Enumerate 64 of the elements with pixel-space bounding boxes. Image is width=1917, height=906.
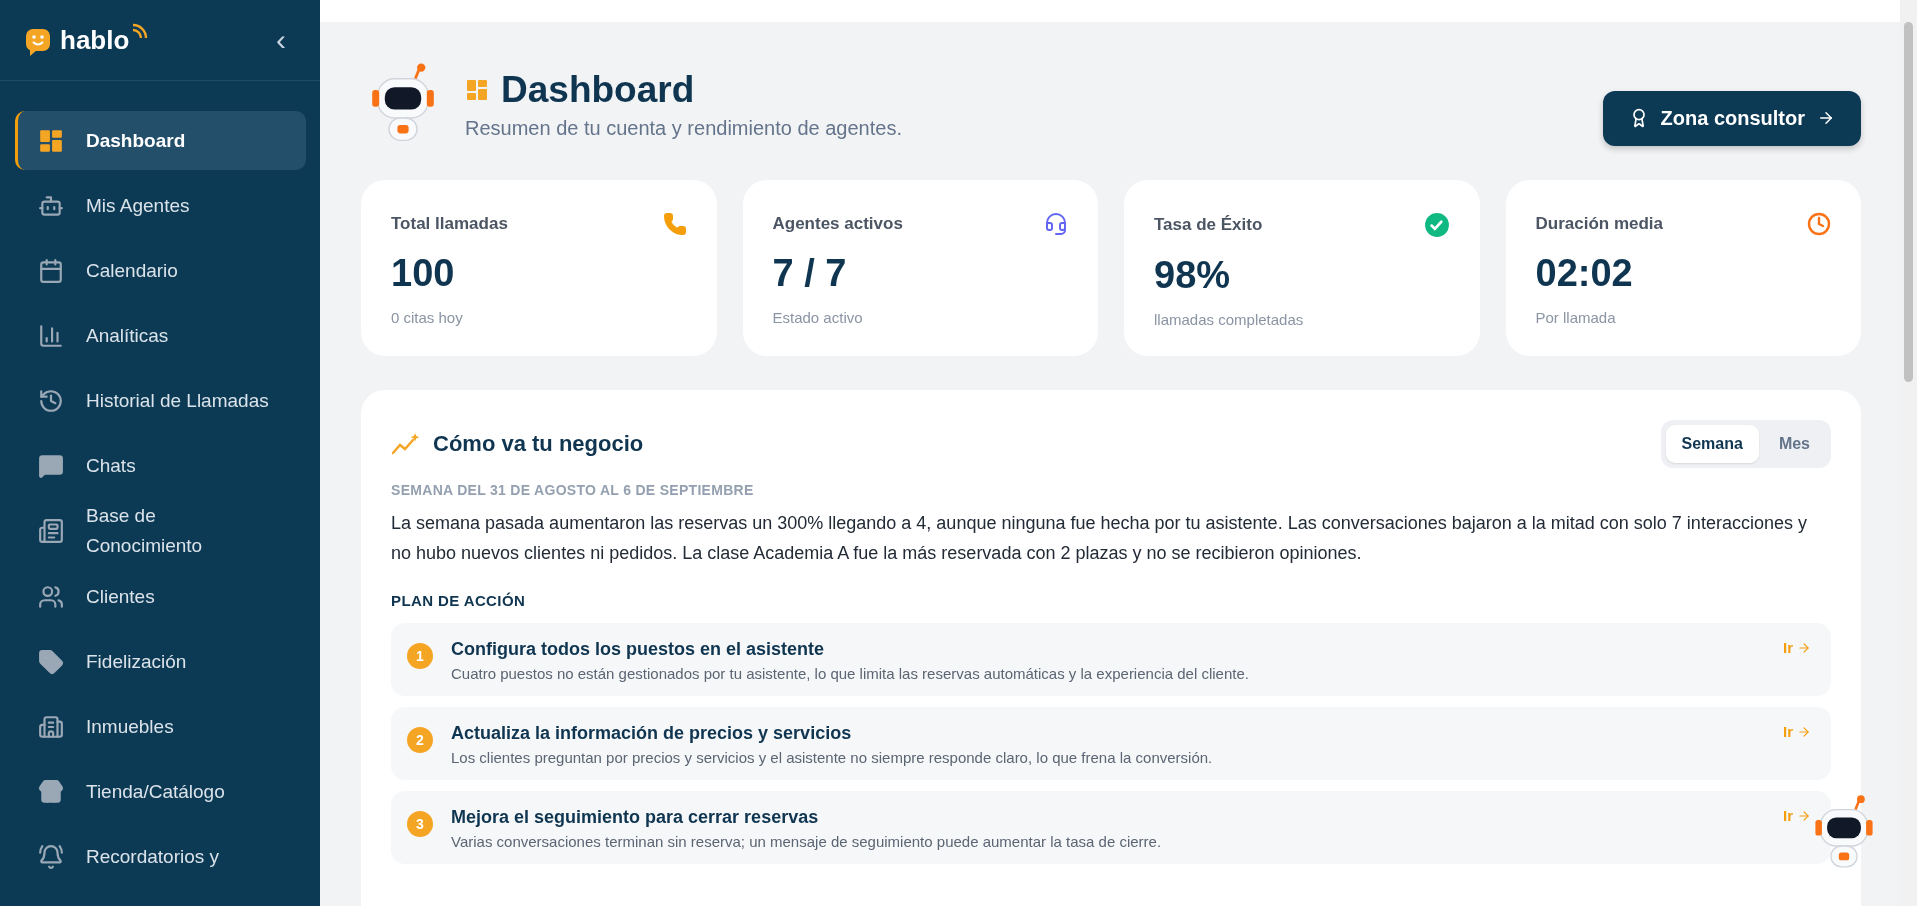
- action-title: Mejora el seguimiento para cerrar reservas: [451, 807, 820, 828]
- stat-value: 100: [391, 252, 456, 295]
- stat-label: Agentes activos: [772, 214, 903, 234]
- newspaper-icon: [38, 518, 64, 544]
- stat-note: 0 citas hoy: [391, 309, 464, 326]
- page-subtitle: Resumen de tu cuenta y rendimiento de agentes.: [465, 116, 902, 140]
- plan-heading: PLAN DE ACCIÓN: [391, 592, 527, 609]
- stat-value: 98%: [1154, 254, 1232, 297]
- sidebar-item[interactable]: Dashboard: [15, 111, 306, 170]
- sidebar-item[interactable]: Tienda/Catálogo: [15, 762, 306, 821]
- bell-icon: [38, 843, 64, 870]
- sidebar-item[interactable]: Historial de Llamadas: [15, 371, 306, 430]
- logo-text[interactable]: hablo: [60, 24, 130, 56]
- sparkle-trend-icon: [391, 431, 421, 457]
- step-number: 3: [407, 811, 433, 837]
- action-text: Cuatro puestos no están gestionados por tu asistente, lo que limita las reservas automáticas y la experiencia del cliente.: [451, 665, 1250, 682]
- section-title: Cómo va tu negocio: [433, 431, 644, 457]
- calendar-icon: [38, 257, 64, 284]
- stat-label: Duración media: [1535, 214, 1664, 234]
- history-icon: [38, 387, 64, 414]
- sidebar-item[interactable]: Recordatorios y: [15, 827, 306, 886]
- page-title: Dashboard: [501, 68, 695, 111]
- period-tab[interactable]: Mes: [1762, 425, 1826, 463]
- clock-icon: [1807, 212, 1831, 236]
- dashboard-icon: [38, 127, 64, 154]
- period-tab[interactable]: Semana: [1665, 425, 1759, 463]
- action-text: Los clientes preguntan por precios y servicios y el asistente no siempre responde claro, lo que frena la conversión.: [451, 749, 1214, 766]
- headset-icon: [1044, 212, 1068, 236]
- building-icon: [38, 713, 64, 740]
- scrollbar[interactable]: [1900, 0, 1917, 906]
- stat-note: Por llamada: [1535, 309, 1617, 326]
- check-circle-icon: [1423, 212, 1450, 238]
- dashboard-icon: [465, 77, 489, 102]
- action-title: Actualiza la información de precios y servicios: [451, 723, 853, 744]
- period-label: SEMANA DEL 31 DE AGOSTO AL 6 DE SEPTIEMBRE: [391, 482, 755, 498]
- sidebar-item[interactable]: Clientes: [15, 567, 306, 626]
- sidebar-item[interactable]: Inmuebles: [15, 697, 306, 756]
- action-text: Varias conversaciones terminan sin reserva; un mensaje de seguimiento puede aumentar la tasa de cierre.: [451, 833, 1163, 850]
- stat-label: Total llamadas: [391, 214, 508, 234]
- sidebar-item[interactable]: Base de Conocimiento: [15, 501, 306, 561]
- sidebar-item[interactable]: Analíticas: [15, 306, 306, 365]
- collapse-button[interactable]: ‹: [272, 25, 290, 55]
- chat-icon: [38, 452, 64, 479]
- step-number: 2: [407, 727, 433, 753]
- phone-icon: [662, 212, 687, 236]
- stat-label: Tasa de Éxito: [1154, 215, 1263, 235]
- bar-chart-icon: [38, 322, 64, 349]
- signal-icon: [131, 22, 150, 40]
- sidebar-item[interactable]: Mis Agentes: [15, 176, 306, 235]
- store-icon: [38, 778, 64, 805]
- step-number: 1: [407, 643, 433, 669]
- stat-value: 7 / 7: [772, 252, 848, 295]
- summary-text: La semana pasada aumentaron las reservas un 300% llegando a 4, aunque ninguna fue hecha por tu asistente. Las conversaciones bajaron a la mitad con solo 7 interacciones y no hubo nuevos clientes ni pedidos. La clase Academia A fue la más reservada con 2 plazas y no se recibieron opiniones.: [391, 512, 1808, 565]
- tag-icon: [38, 648, 64, 675]
- consultant-zone-button[interactable]: Zona consultor: [1602, 90, 1861, 146]
- arrow-right-icon: [1817, 109, 1835, 127]
- stat-note: Estado activo: [772, 309, 864, 326]
- users-icon: [38, 583, 64, 610]
- sidebar-item[interactable]: Chats: [15, 436, 306, 495]
- stat-note: llamadas completadas: [1154, 311, 1305, 328]
- action-title: Configura todos los puestos en el asistente: [451, 639, 826, 660]
- sidebar-item[interactable]: Fidelización: [15, 632, 306, 691]
- stat-value: 02:02: [1535, 252, 1634, 295]
- sidebar-item[interactable]: Calendario: [15, 241, 306, 300]
